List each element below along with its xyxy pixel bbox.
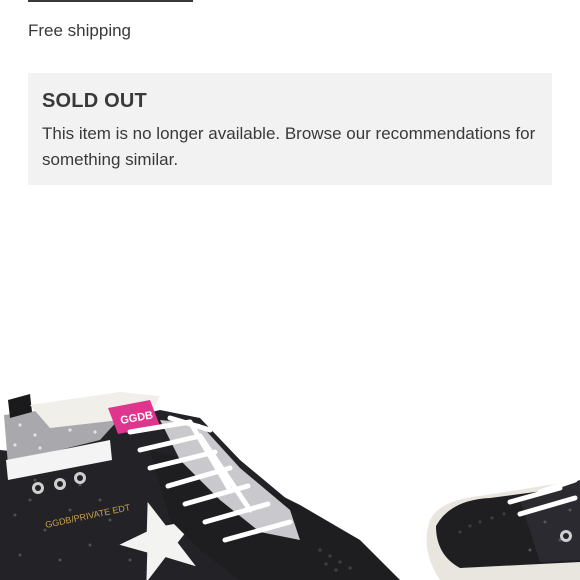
sold-out-message: This item is no longer available. Browse…	[42, 124, 536, 169]
product-image[interactable]: GGDB/PRIVATE EDT GGDB	[0, 300, 580, 580]
sneaker-photo: GGDB/PRIVATE EDT GGDB	[0, 392, 580, 580]
sold-out-notice: SOLD OUT This item is no longer availabl…	[28, 73, 552, 185]
sold-out-title: SOLD OUT	[42, 90, 147, 112]
free-shipping-label: Free shipping	[28, 21, 132, 40]
section-divider	[28, 0, 193, 2]
